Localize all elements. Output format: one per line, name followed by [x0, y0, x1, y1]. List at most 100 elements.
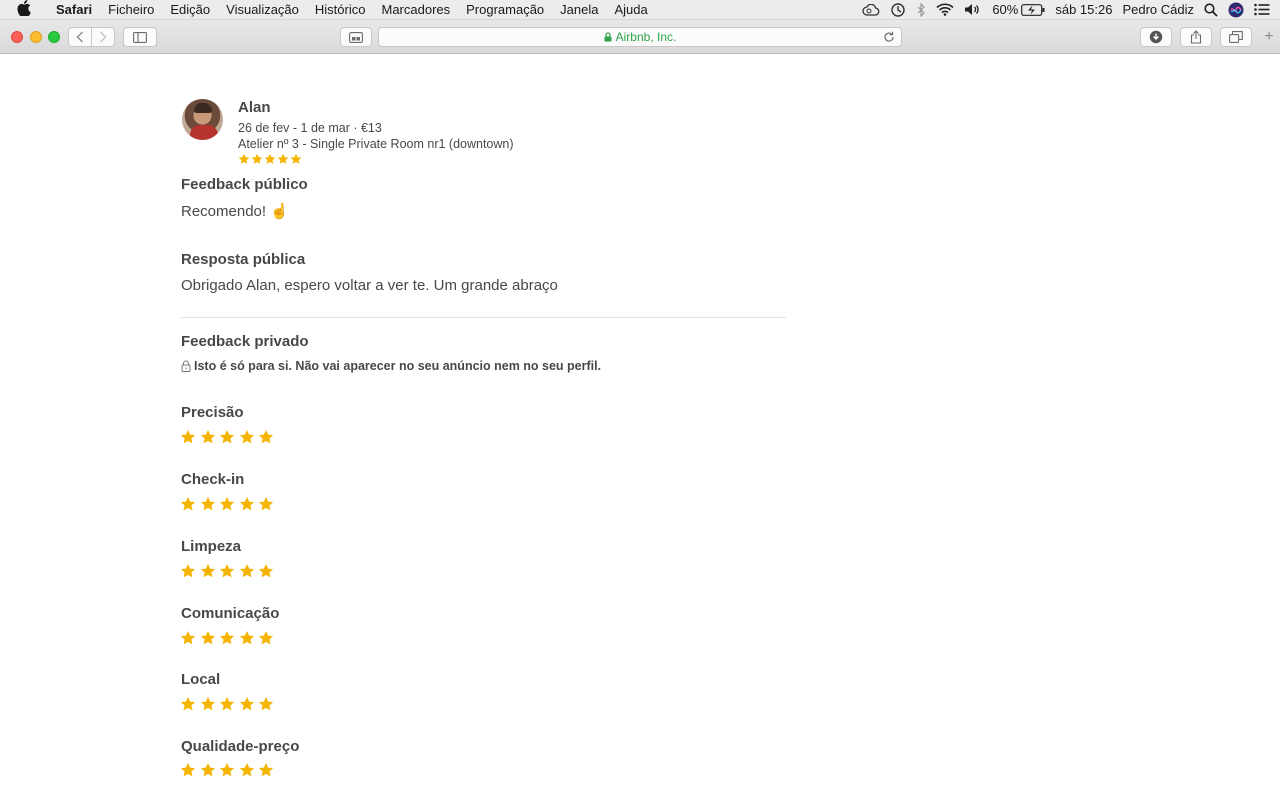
star-icon [219, 429, 239, 445]
star-icon [180, 762, 200, 778]
public-feedback-text: Recomendo! ☝️ [181, 203, 289, 220]
rating-stars-check-in [180, 496, 278, 512]
reload-icon[interactable] [883, 31, 895, 46]
star-icon [258, 630, 278, 646]
menu-ficheiro[interactable]: Ficheiro [100, 2, 162, 17]
star-icon [219, 563, 239, 579]
back-button[interactable] [68, 27, 92, 47]
listing-name: Atelier nº 3 - Single Private Room nr1 (… [238, 137, 514, 151]
star-icon [200, 630, 220, 646]
battery-percentage[interactable]: 60% [992, 2, 1018, 17]
user-name[interactable]: Pedro Cádiz [1122, 2, 1194, 17]
star-icon [258, 563, 278, 579]
star-icon [239, 762, 259, 778]
star-icon [258, 429, 278, 445]
star-icon [180, 496, 200, 512]
show-all-tabs-button[interactable] [1220, 27, 1252, 47]
private-feedback-note: Isto é só para si. Não vai aparecer no s… [181, 359, 601, 373]
private-feedback-note-text: Isto é só para si. Não vai aparecer no s… [194, 359, 602, 373]
star-icon [239, 630, 259, 646]
bluetooth-icon[interactable] [916, 2, 926, 17]
rating-label-limpeza: Limpeza [181, 538, 242, 555]
rating-stars-precisao [180, 429, 278, 445]
address-bar[interactable]: Airbnb, Inc. [378, 27, 902, 47]
overall-rating-stars [238, 152, 514, 170]
star-icon [200, 429, 220, 445]
browser-toolbar: Airbnb, Inc. [0, 20, 1280, 54]
menu-edicao[interactable]: Edição [162, 2, 218, 17]
private-feedback-title: Feedback privado [181, 333, 309, 350]
spotlight-search-icon[interactable] [1204, 2, 1218, 17]
divider [181, 317, 786, 318]
new-tab-icon[interactable]: + [1258, 20, 1280, 54]
guest-avatar[interactable] [182, 99, 223, 140]
stay-dates-price: 26 de fev - 1 de mar · €13 [238, 121, 382, 135]
siri-icon[interactable] [1228, 2, 1244, 18]
star-icon [219, 496, 239, 512]
star-icon [200, 696, 220, 712]
star-icon [219, 762, 239, 778]
star-icon [180, 429, 200, 445]
menu-marcadores[interactable]: Marcadores [373, 2, 458, 17]
star-icon [180, 563, 200, 579]
menu-ajuda[interactable]: Ajuda [606, 2, 655, 17]
menu-app-name[interactable]: Safari [48, 2, 100, 17]
rating-label-check-in: Check-in [181, 471, 245, 488]
menu-bar: Safari Ficheiro Edição Visualização Hist… [0, 0, 1280, 20]
star-icon [258, 496, 278, 512]
star-icon [180, 630, 200, 646]
guest-name[interactable]: Alan [238, 99, 514, 117]
star-icon [180, 696, 200, 712]
rating-stars-qualidade-preco [180, 762, 278, 778]
star-icon [251, 152, 264, 170]
battery-charging-icon[interactable] [1021, 3, 1045, 16]
star-icon [200, 563, 220, 579]
star-icon [200, 496, 220, 512]
star-icon [264, 152, 277, 170]
star-icon [219, 630, 239, 646]
volume-icon[interactable] [964, 3, 982, 16]
top-sites-button[interactable] [340, 27, 372, 47]
fullscreen-window-button[interactable] [48, 31, 60, 43]
menu-janela[interactable]: Janela [552, 2, 606, 17]
review-page: Alan 26 de fev - 1 de mar · €13 Atelier … [0, 55, 1280, 800]
public-response-title: Resposta pública [181, 251, 306, 268]
star-icon [258, 696, 278, 712]
address-bar-text: Airbnb, Inc. [615, 30, 677, 44]
clock[interactable]: sáb 15:26 [1055, 2, 1112, 17]
time-machine-icon[interactable] [890, 2, 906, 18]
star-icon [239, 429, 259, 445]
forward-button[interactable] [91, 27, 115, 47]
rating-label-comunicacao: Comunicação [181, 605, 280, 622]
rating-label-precisao: Precisão [181, 404, 244, 421]
downloads-button[interactable] [1140, 27, 1172, 47]
menu-historico[interactable]: Histórico [307, 2, 374, 17]
rating-label-local: Local [181, 671, 221, 688]
share-button[interactable] [1180, 27, 1212, 47]
star-icon [239, 496, 259, 512]
lock-icon [181, 360, 191, 372]
sidebar-toggle-button[interactable] [123, 27, 157, 47]
star-icon [219, 696, 239, 712]
star-icon [277, 152, 290, 170]
rating-stars-local [180, 696, 278, 712]
minimize-window-button[interactable] [30, 31, 42, 43]
secure-lock-icon [604, 32, 612, 42]
close-window-button[interactable] [11, 31, 23, 43]
star-icon [238, 152, 251, 170]
star-icon [290, 152, 303, 170]
public-response-text: Obrigado Alan, espero voltar a ver te. U… [181, 277, 558, 294]
star-icon [200, 762, 220, 778]
public-feedback-title: Feedback público [181, 176, 308, 193]
rating-stars-limpeza [180, 563, 278, 579]
notification-center-icon[interactable] [1254, 3, 1270, 16]
review-header: Alan 26 de fev - 1 de mar · €13 Atelier … [182, 99, 514, 170]
wifi-icon[interactable] [936, 3, 954, 16]
apple-menu-icon[interactable] [0, 0, 48, 19]
menu-visualizacao[interactable]: Visualização [218, 2, 307, 17]
menu-programacao[interactable]: Programação [458, 2, 552, 17]
rating-label-qualidade-preco: Qualidade-preço [181, 738, 300, 755]
star-icon [239, 563, 259, 579]
creative-cloud-icon[interactable] [862, 3, 880, 16]
star-icon [239, 696, 259, 712]
